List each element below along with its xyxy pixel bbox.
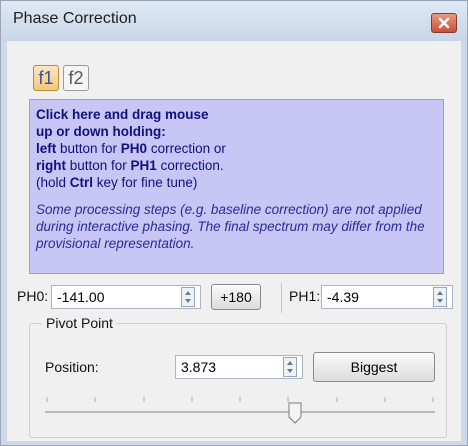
plus-180-button[interactable]: +180 (211, 284, 261, 310)
position-label: Position: (45, 359, 99, 375)
tab-f1[interactable]: f1 (33, 65, 59, 91)
biggest-button[interactable]: Biggest (313, 352, 435, 382)
instruction-line-5: (hold Ctrl key for fine tune) (36, 175, 198, 190)
pivot-slider[interactable] (45, 395, 435, 425)
slider-thumb[interactable] (288, 402, 302, 424)
ph0-input[interactable]: -141.00 (51, 285, 201, 309)
close-button[interactable] (431, 13, 457, 33)
phase-correction-window: Phase Correction f1 f2 Click here and dr… (0, 0, 468, 446)
pivot-point-title: Pivot Point (42, 315, 117, 331)
slider-thumb-shape[interactable] (288, 402, 302, 424)
tab-f2[interactable]: f2 (63, 65, 89, 91)
instruction-line-1: Click here and drag mouse (36, 107, 209, 122)
ph1-spin-icon[interactable] (433, 287, 447, 307)
position-spin-icon[interactable] (283, 357, 297, 377)
interactive-phasing-area[interactable]: Click here and drag mouse up or down hol… (29, 99, 444, 274)
dialog-body: f1 f2 Click here and drag mouse up or do… (7, 41, 461, 441)
ph1-label: PH1: (289, 288, 321, 304)
separator (281, 283, 282, 313)
instruction-line-4: right button for PH1 correction. (36, 158, 224, 173)
window-title: Phase Correction (13, 10, 137, 27)
instruction-line-3: left button for PH0 correction or (36, 141, 226, 156)
instruction-line-2: up or down holding: (36, 124, 166, 139)
ph0-spin-icon[interactable] (181, 287, 195, 307)
ph0-label: PH0: (17, 288, 49, 304)
title-bar[interactable]: Phase Correction (1, 1, 467, 41)
close-icon (438, 17, 450, 29)
processing-note: Some processing steps (e.g. baseline cor… (36, 202, 425, 251)
